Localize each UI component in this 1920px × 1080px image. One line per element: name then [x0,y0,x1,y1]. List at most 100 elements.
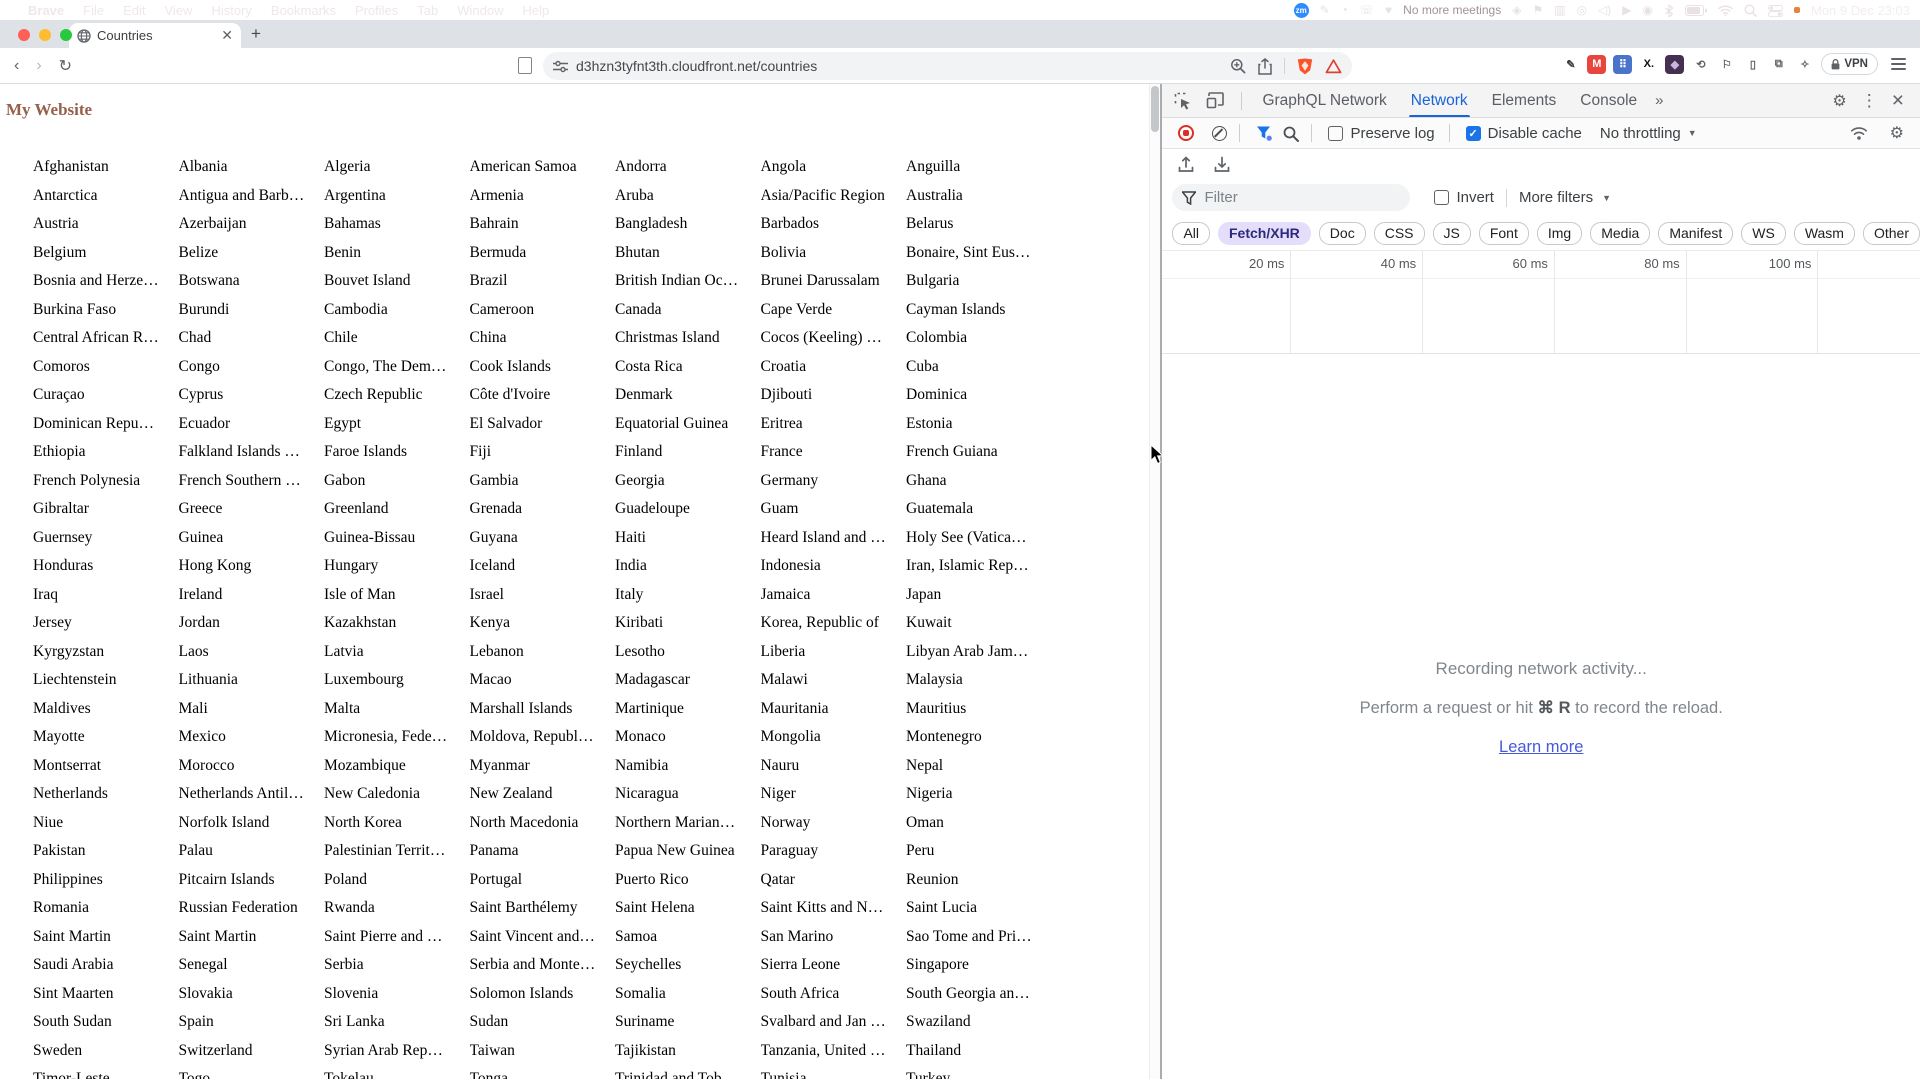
country-item[interactable]: Netherlands Antil… [179,780,325,809]
country-item[interactable]: Libyan Arab Jam… [906,638,1052,667]
country-item[interactable]: Togo [179,1065,325,1079]
country-item[interactable]: North Macedonia [470,809,616,838]
browser-menu-button[interactable] [1891,58,1906,70]
country-item[interactable]: Somalia [615,980,761,1009]
country-item[interactable]: Costa Rica [615,353,761,382]
back-button[interactable]: ‹ [14,57,19,75]
country-item[interactable]: Afghanistan [33,153,179,182]
country-item[interactable]: Djibouti [761,381,907,410]
country-item[interactable]: Tajikistan [615,1037,761,1066]
country-item[interactable]: Lithuania [179,666,325,695]
country-item[interactable]: Brunei Darussalam [761,267,907,296]
grid-extension-icon[interactable]: ⠿ [1613,54,1633,74]
devtools-tab-graphql-network[interactable]: GraphQL Network [1250,84,1398,117]
country-item[interactable]: Germany [761,467,907,496]
country-item[interactable]: Cyprus [179,381,325,410]
country-item[interactable]: Malta [324,695,470,724]
country-item[interactable]: Armenia [470,182,616,211]
disable-cache-toggle[interactable]: ✓ Disable cache [1465,125,1582,142]
country-item[interactable]: Heard Island and … [761,524,907,553]
country-item[interactable]: Estonia [906,410,1052,439]
play-circle-icon[interactable]: ▶ [1622,0,1631,20]
country-item[interactable]: Chad [179,324,325,353]
learn-more-link[interactable]: Learn more [1499,738,1583,756]
country-item[interactable]: Christmas Island [615,324,761,353]
country-item[interactable]: Saint Martin [33,923,179,952]
country-item[interactable]: Guernsey [33,524,179,553]
country-item[interactable]: Saint Lucia [906,894,1052,923]
country-item[interactable]: Italy [615,581,761,610]
country-item[interactable]: Bulgaria [906,267,1052,296]
country-item[interactable]: Ghana [906,467,1052,496]
menubar-item-brave[interactable]: Brave [28,3,64,18]
country-item[interactable]: Albania [179,153,325,182]
country-item[interactable]: Madagascar [615,666,761,695]
browser-tab-countries[interactable]: Countries ✕ [69,23,241,48]
country-item[interactable]: South Georgia an… [906,980,1052,1009]
devtools-close-icon[interactable]: × [1892,90,1904,111]
filter-chip-other[interactable]: Other [1862,221,1920,245]
country-item[interactable]: Singapore [906,951,1052,980]
country-item[interactable]: Mozambique [324,752,470,781]
country-item[interactable]: Guinea-Bissau [324,524,470,553]
window-close-button[interactable] [18,29,30,41]
country-item[interactable]: Mauritania [761,695,907,724]
country-item[interactable]: Ireland [179,581,325,610]
filter-chip-font[interactable]: Font [1478,221,1529,245]
country-item[interactable]: Tanzania, United … [761,1037,907,1066]
country-item[interactable]: Guinea [179,524,325,553]
menubar-clock[interactable]: Mon 9 Dec 23:03 [1811,3,1910,18]
filter-chip-manifest[interactable]: Manifest [1658,221,1734,245]
sidebar-extension-icon[interactable]: ▯ [1743,55,1762,74]
country-item[interactable]: Lebanon [470,638,616,667]
menubar-item-file[interactable]: File [83,3,104,18]
devtools-tab-network[interactable]: Network [1399,84,1480,117]
country-item[interactable]: Eritrea [761,410,907,439]
country-item[interactable]: Cape Verde [761,296,907,325]
country-item[interactable]: Namibia [615,752,761,781]
country-item[interactable]: Trinidad and Tob… [615,1065,761,1079]
country-item[interactable]: Congo [179,353,325,382]
country-item[interactable]: Macao [470,666,616,695]
filter-chip-js[interactable]: JS [1432,221,1471,245]
country-item[interactable]: Argentina [324,182,470,211]
country-item[interactable]: Niger [761,780,907,809]
pencil-extension-icon[interactable]: ✎ [1561,55,1580,74]
country-item[interactable]: Tunisia [761,1065,907,1079]
country-item[interactable]: Senegal [179,951,325,980]
country-item[interactable]: Solomon Islands [470,980,616,1009]
country-item[interactable]: Hong Kong [179,552,325,581]
country-item[interactable]: Anguilla [906,153,1052,182]
country-item[interactable]: Sao Tome and Pri… [906,923,1052,952]
country-item[interactable]: South Africa [761,980,907,1009]
country-item[interactable]: Mexico [179,723,325,752]
country-item[interactable]: Samoa [615,923,761,952]
mail-extension-icon[interactable]: M [1587,54,1607,74]
filter-chip-wasm[interactable]: Wasm [1793,221,1855,245]
filter-chip-all[interactable]: All [1172,221,1210,245]
country-item[interactable]: Spain [179,1008,325,1037]
country-item[interactable]: Jamaica [761,581,907,610]
country-item[interactable]: Tokelau [324,1065,470,1079]
country-item[interactable]: Myanmar [470,752,616,781]
country-item[interactable]: Burundi [179,296,325,325]
country-item[interactable]: Belize [179,239,325,268]
country-item[interactable]: Guatemala [906,495,1052,524]
country-item[interactable]: Isle of Man [324,581,470,610]
url-text[interactable]: d3hzn3tyfnt3th.cloudfront.net/countries [576,58,1230,74]
more-tabs-chevrons[interactable]: » [1649,92,1668,109]
country-item[interactable]: Rwanda [324,894,470,923]
country-item[interactable]: Denmark [615,381,761,410]
country-item[interactable]: Chile [324,324,470,353]
invert-checkbox[interactable] [1434,190,1450,205]
country-item[interactable]: Mayotte [33,723,179,752]
country-item[interactable]: Belgium [33,239,179,268]
clock-lock-icon[interactable]: ◔ [1341,0,1348,20]
country-item[interactable]: Austria [33,210,179,239]
country-item[interactable]: Tonga [470,1065,616,1079]
country-item[interactable]: North Korea [324,809,470,838]
country-item[interactable]: Portugal [470,866,616,895]
country-item[interactable]: Morocco [179,752,325,781]
country-item[interactable]: Israel [470,581,616,610]
devtools-settings-icon[interactable]: ⚙ [1832,91,1846,111]
